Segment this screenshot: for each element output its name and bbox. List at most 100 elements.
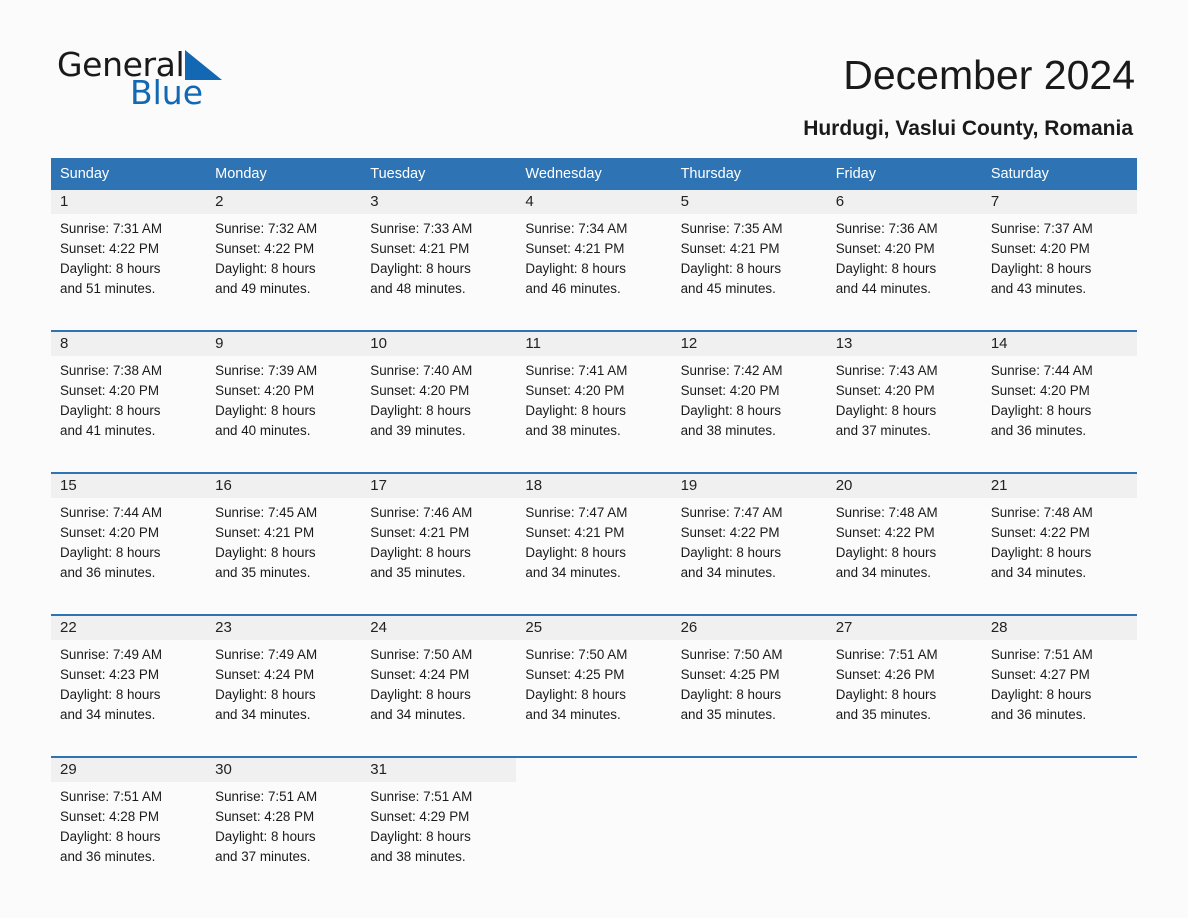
day-cell-2[interactable]: 2 <box>206 190 362 214</box>
sunset-text: Sunset: 4:21 PM <box>525 241 625 256</box>
day-cell-16[interactable]: 16 <box>206 473 362 498</box>
weekday-header-saturday: Saturday <box>981 158 1137 190</box>
day-cell-3[interactable]: 3 <box>361 190 517 214</box>
day-cell-21[interactable]: 21 <box>981 473 1137 498</box>
sun-info: Sunrise: 7:32 AM Sunset: 4:22 PM Dayligh… <box>206 214 362 319</box>
sunrise-text: Sunrise: 7:41 AM <box>525 363 628 378</box>
day-cell-13[interactable]: 13 <box>826 331 982 356</box>
sunset-text: Sunset: 4:25 PM <box>525 667 625 682</box>
day-cell-29[interactable]: 29 <box>51 757 207 782</box>
day-cell-1[interactable]: 1 <box>51 190 207 214</box>
sun-info: Sunrise: 7:47 AM Sunset: 4:22 PM Dayligh… <box>671 498 827 603</box>
weekday-header-sunday: Sunday <box>51 158 207 190</box>
day-cell-30[interactable]: 30 <box>206 757 362 782</box>
day-number: 21 <box>990 477 1008 494</box>
daylight-text-line1: Daylight: 8 hours <box>215 829 316 844</box>
daylight-text-line2: and 37 minutes. <box>835 423 931 438</box>
sun-info: Sunrise: 7:49 AM Sunset: 4:23 PM Dayligh… <box>51 640 207 745</box>
daylight-text-line1: Daylight: 8 hours <box>60 545 161 560</box>
day-info-7: Sunrise: 7:37 AM Sunset: 4:20 PM Dayligh… <box>981 214 1137 319</box>
day-cell-9[interactable]: 9 <box>206 331 362 356</box>
day-cell-22[interactable]: 22 <box>51 615 207 640</box>
day-number: 5 <box>680 193 689 210</box>
calendar-page: General Blue December 2024 Hurdugi, Vasl… <box>0 0 1188 918</box>
sunrise-text: Sunrise: 7:47 AM <box>680 505 783 520</box>
day-cell-10[interactable]: 10 <box>361 331 517 356</box>
day-cell-12[interactable]: 12 <box>671 331 827 356</box>
sun-info: Sunrise: 7:42 AM Sunset: 4:20 PM Dayligh… <box>671 356 827 461</box>
day-cell-14[interactable]: 14 <box>981 331 1137 356</box>
day-number: 22 <box>60 619 77 636</box>
daylight-text-line1: Daylight: 8 hours <box>370 829 471 844</box>
daylight-text-line1: Daylight: 8 hours <box>60 829 161 844</box>
daylight-text-line1: Daylight: 8 hours <box>990 403 1092 418</box>
sunset-text: Sunset: 4:24 PM <box>370 667 470 682</box>
week-2-daynum-row: 8 9 10 11 12 13 14 <box>51 331 1137 356</box>
day-cell-17[interactable]: 17 <box>361 473 517 498</box>
day-cell-25[interactable]: 25 <box>516 615 672 640</box>
day-cell-20[interactable]: 20 <box>826 473 982 498</box>
day-number: 9 <box>215 335 224 352</box>
day-cell-11[interactable]: 11 <box>516 331 672 356</box>
day-info-13: Sunrise: 7:43 AM Sunset: 4:20 PM Dayligh… <box>826 356 982 461</box>
sunrise-text: Sunrise: 7:48 AM <box>990 505 1093 520</box>
logo-text-blue: Blue <box>130 73 204 112</box>
sunrise-text: Sunrise: 7:38 AM <box>60 363 162 378</box>
weekday-header-row: Sunday Monday Tuesday Wednesday Thursday… <box>51 158 1137 190</box>
sunset-text: Sunset: 4:23 PM <box>60 667 159 682</box>
sunrise-text: Sunrise: 7:44 AM <box>990 363 1093 378</box>
day-cell-24[interactable]: 24 <box>361 615 517 640</box>
sun-info <box>671 782 827 887</box>
day-cell-8[interactable]: 8 <box>51 331 207 356</box>
sun-info: Sunrise: 7:49 AM Sunset: 4:24 PM Dayligh… <box>206 640 362 745</box>
day-cell-27[interactable]: 27 <box>826 615 982 640</box>
sun-info: Sunrise: 7:50 AM Sunset: 4:25 PM Dayligh… <box>671 640 827 745</box>
sunset-text: Sunset: 4:25 PM <box>680 667 780 682</box>
sun-info: Sunrise: 7:38 AM Sunset: 4:20 PM Dayligh… <box>51 356 207 461</box>
day-cell-empty-3 <box>826 757 982 782</box>
day-info-11: Sunrise: 7:41 AM Sunset: 4:20 PM Dayligh… <box>516 356 672 461</box>
sunrise-text: Sunrise: 7:50 AM <box>370 647 473 662</box>
daylight-text-line2: and 36 minutes. <box>60 565 156 580</box>
day-cell-23[interactable]: 23 <box>206 615 362 640</box>
day-cell-4[interactable]: 4 <box>516 190 672 214</box>
daylight-text-line2: and 36 minutes. <box>990 423 1087 438</box>
day-cell-5[interactable]: 5 <box>671 190 827 214</box>
day-cell-7[interactable]: 7 <box>981 190 1137 214</box>
day-number: 8 <box>60 335 69 352</box>
daylight-text-line2: and 34 minutes. <box>370 707 466 722</box>
daylight-text-line2: and 35 minutes. <box>370 565 466 580</box>
day-cell-19[interactable]: 19 <box>671 473 827 498</box>
daylight-text-line1: Daylight: 8 hours <box>835 687 937 702</box>
week-5-daynum-row: 29 30 31 <box>51 757 1137 782</box>
week-separator <box>51 461 1137 474</box>
day-info-9: Sunrise: 7:39 AM Sunset: 4:20 PM Dayligh… <box>206 356 362 461</box>
day-cell-18[interactable]: 18 <box>516 473 672 498</box>
daylight-text-line2: and 49 minutes. <box>215 281 311 296</box>
day-number: 4 <box>525 193 534 210</box>
day-cell-31[interactable]: 31 <box>361 757 517 782</box>
sunrise-text: Sunrise: 7:46 AM <box>370 505 473 520</box>
day-info-empty-2 <box>671 782 827 887</box>
daylight-text-line2: and 35 minutes. <box>680 707 776 722</box>
sunrise-text: Sunrise: 7:37 AM <box>990 221 1093 236</box>
daylight-text-line2: and 40 minutes. <box>215 423 311 438</box>
sunrise-text: Sunrise: 7:40 AM <box>370 363 473 378</box>
day-cell-28[interactable]: 28 <box>981 615 1137 640</box>
day-cell-15[interactable]: 15 <box>51 473 207 498</box>
day-cell-26[interactable]: 26 <box>671 615 827 640</box>
day-info-31: Sunrise: 7:51 AM Sunset: 4:29 PM Dayligh… <box>361 782 517 887</box>
day-number: 28 <box>990 619 1008 636</box>
day-number: 20 <box>835 477 853 494</box>
daylight-text-line1: Daylight: 8 hours <box>835 403 937 418</box>
sunset-text: Sunset: 4:20 PM <box>215 383 315 398</box>
sunset-text: Sunset: 4:20 PM <box>835 241 935 256</box>
sunrise-text: Sunrise: 7:50 AM <box>680 647 783 662</box>
day-info-30: Sunrise: 7:51 AM Sunset: 4:28 PM Dayligh… <box>206 782 362 887</box>
sunset-text: Sunset: 4:20 PM <box>990 241 1090 256</box>
page-title: December 2024 <box>843 52 1135 98</box>
day-number: 13 <box>835 335 853 352</box>
day-info-19: Sunrise: 7:47 AM Sunset: 4:22 PM Dayligh… <box>671 498 827 603</box>
day-cell-6[interactable]: 6 <box>826 190 982 214</box>
sunrise-text: Sunrise: 7:33 AM <box>370 221 473 236</box>
